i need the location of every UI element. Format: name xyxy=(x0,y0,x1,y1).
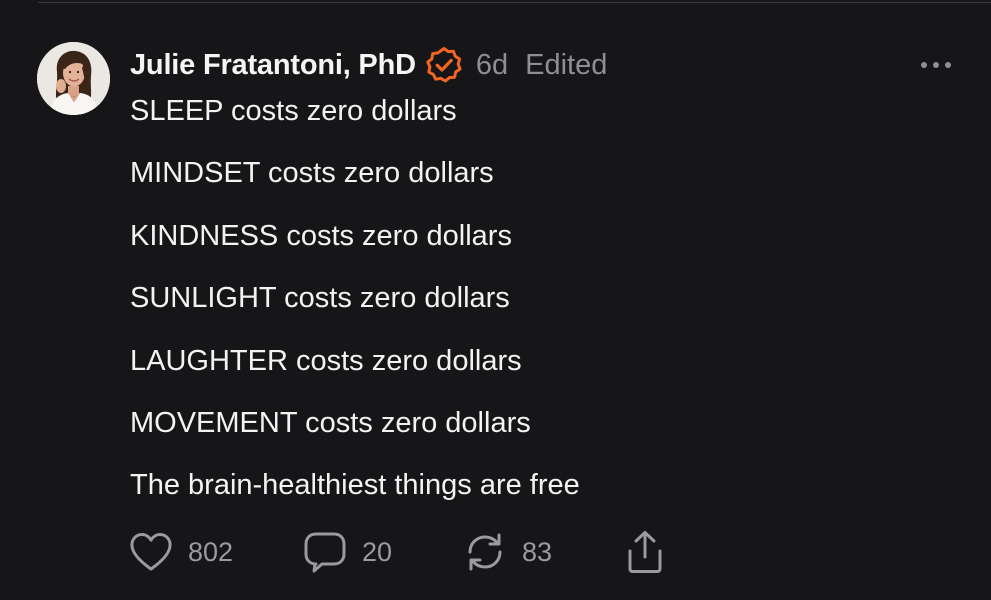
post-time[interactable]: 6d xyxy=(476,49,508,82)
top-divider xyxy=(38,2,991,3)
profile-photo-icon xyxy=(37,42,110,115)
post-actions: 802 20 83 xyxy=(128,527,682,577)
verified-badge-icon xyxy=(425,46,463,84)
post-line: SLEEP costs zero dollars xyxy=(130,95,457,127)
post-line: MINDSET costs zero dollars xyxy=(130,157,494,190)
edited-label[interactable]: Edited xyxy=(525,49,607,82)
post-line: The brain-healthiest things are free xyxy=(130,469,580,502)
post-body: SLEEP costs zero dollars MINDSET costs z… xyxy=(130,93,970,530)
like-button[interactable]: 802 xyxy=(128,527,302,577)
repost-count: 83 xyxy=(522,536,553,567)
post-line: MOVEMENT costs zero dollars xyxy=(130,406,531,439)
share-icon xyxy=(628,531,662,573)
heart-icon xyxy=(130,533,172,571)
reply-button[interactable]: 20 xyxy=(302,527,462,577)
reply-count: 20 xyxy=(362,536,393,567)
post-line: SUNLIGHT costs zero dollars xyxy=(130,282,510,315)
avatar[interactable] xyxy=(37,42,110,115)
author-name[interactable]: Julie Fratantoni, PhD xyxy=(130,49,416,82)
post-header: Julie Fratantoni, PhD 6d Edited xyxy=(130,44,607,86)
repost-icon xyxy=(468,533,502,571)
post-line: KINDNESS costs zero dollars xyxy=(130,219,512,252)
post-line: LAUGHTER costs zero dollars xyxy=(130,344,522,377)
repost-button[interactable]: 83 xyxy=(462,527,622,577)
comment-icon xyxy=(304,532,346,573)
share-button[interactable] xyxy=(622,527,682,577)
more-horizontal-icon xyxy=(921,62,951,68)
like-count: 802 xyxy=(188,536,234,567)
more-options-button[interactable] xyxy=(914,52,958,78)
